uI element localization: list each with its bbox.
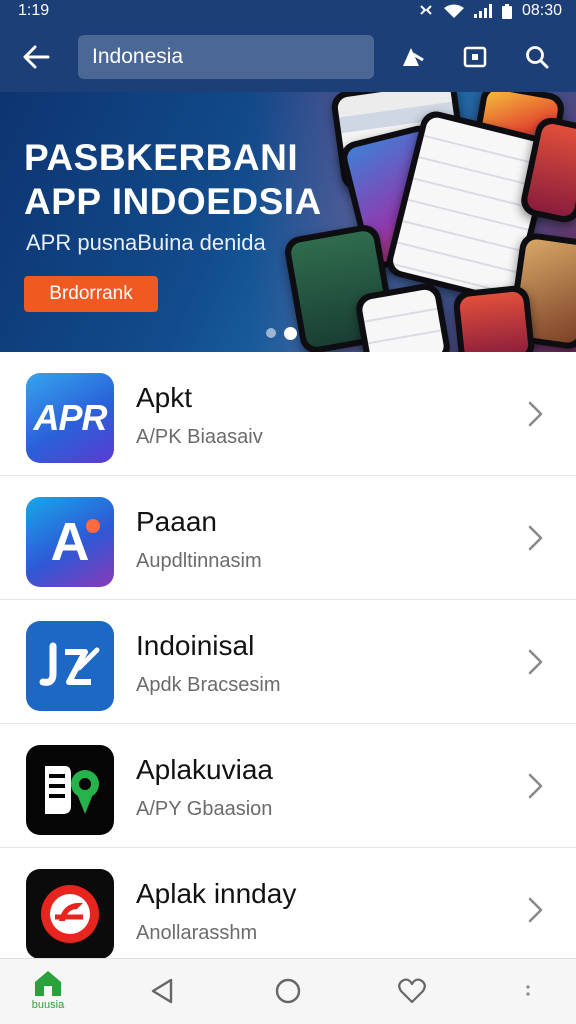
app-subtitle: A/PK Biaasaiv xyxy=(136,426,263,448)
app-icon-text: A xyxy=(50,512,90,572)
list-item[interactable]: A Paaan Aupdltinnasim xyxy=(0,476,576,600)
chevron-right-icon[interactable] xyxy=(524,896,548,924)
nav-home-label: buusia xyxy=(31,999,65,1011)
search-query: Indonesia xyxy=(92,45,184,68)
list-item[interactable]: Aplakuviaa A/PY Gbaasion xyxy=(0,724,576,848)
banner-dot[interactable] xyxy=(266,328,276,338)
search-input[interactable]: Indonesia xyxy=(78,35,374,79)
banner-title-line2: APP INDOEDSIA xyxy=(24,181,322,222)
app-subtitle: Apdk Bracsesim xyxy=(136,674,281,696)
app-logo-icon xyxy=(45,766,99,814)
favorites-button[interactable] xyxy=(394,973,430,1009)
status-bar: 1:19 08:30 xyxy=(0,0,576,22)
status-icons: 08:30 xyxy=(418,2,562,20)
app-subtitle: Aupdltinnasim xyxy=(136,550,262,572)
nav-back-icon xyxy=(151,978,173,1004)
app-title: Aplak innday xyxy=(136,878,297,909)
app-icon-accent xyxy=(86,519,100,533)
app-icon xyxy=(26,621,114,711)
more-icon xyxy=(526,985,530,996)
nav-home-circle-icon xyxy=(275,978,301,1004)
scan-button[interactable] xyxy=(450,34,500,80)
banner-title: PASBKERBANI APP INDOEDSIA xyxy=(24,136,322,224)
app-icon-text: APR xyxy=(33,397,107,438)
app-subtitle: A/PY Gbaasion xyxy=(136,798,273,820)
battery-icon xyxy=(501,3,512,19)
chevron-right-icon[interactable] xyxy=(524,524,548,552)
translate-icon xyxy=(403,48,424,66)
chevron-right-icon[interactable] xyxy=(524,400,548,428)
app-icon xyxy=(26,869,114,959)
app-title: Paaan xyxy=(136,506,217,537)
translate-button[interactable] xyxy=(388,34,438,80)
banner-subtitle: APR pusnaBuina denida xyxy=(26,230,266,255)
search-icon xyxy=(526,46,549,69)
banner-title-line1: PASBKERBANI xyxy=(24,137,299,178)
app-title: Aplakuviaa xyxy=(136,754,273,785)
search-button[interactable] xyxy=(512,34,562,80)
app-logo-icon xyxy=(39,642,100,686)
heart-icon xyxy=(398,978,426,1004)
wifi-icon xyxy=(443,4,464,18)
app-title: Apkt xyxy=(136,382,193,413)
top-app-bar: Indonesia xyxy=(0,22,576,92)
back-button[interactable] xyxy=(14,34,58,80)
nav-back-button[interactable] xyxy=(144,973,180,1009)
more-button[interactable] xyxy=(510,973,546,1009)
status-time: 1:19 xyxy=(18,2,50,19)
app-icon xyxy=(26,745,114,835)
app-title: Indoinisal xyxy=(136,630,255,661)
nav-home-button[interactable] xyxy=(270,973,306,1009)
vibrate-icon xyxy=(420,5,432,15)
list-item[interactable]: Aplak innday Anollarasshm xyxy=(0,848,576,972)
promo-banner[interactable]: PASBKERBANI APP INDOEDSIA APR pusnaBuina… xyxy=(0,92,576,352)
banner-cta-button[interactable]: Brdorrank xyxy=(24,276,158,312)
bottom-navigation: buusia xyxy=(0,958,576,1024)
home-icon xyxy=(35,971,61,996)
banner-dot-active[interactable] xyxy=(284,327,297,340)
app-subtitle: Anollarasshm xyxy=(136,922,258,944)
app-icon: APR xyxy=(26,373,114,463)
list-item[interactable]: APR Apkt A/PK Biaasaiv xyxy=(0,352,576,476)
app-logo-icon xyxy=(41,885,99,943)
signal-icon xyxy=(473,4,492,18)
chevron-right-icon[interactable] xyxy=(524,772,548,800)
status-clock-right: 08:30 xyxy=(521,2,562,19)
back-arrow-icon xyxy=(23,45,50,69)
phone-mockup-image xyxy=(452,284,536,352)
app-icon: A xyxy=(26,497,114,587)
scan-icon xyxy=(463,46,487,68)
chevron-right-icon[interactable] xyxy=(524,648,548,676)
nav-home-tab[interactable]: buusia xyxy=(18,969,78,1023)
app-list: APR Apkt A/PK Biaasaiv A Paaan Aupdltinn… xyxy=(0,352,576,972)
list-item[interactable]: Indoinisal Apdk Bracsesim xyxy=(0,600,576,724)
banner-pagination[interactable] xyxy=(266,327,297,340)
